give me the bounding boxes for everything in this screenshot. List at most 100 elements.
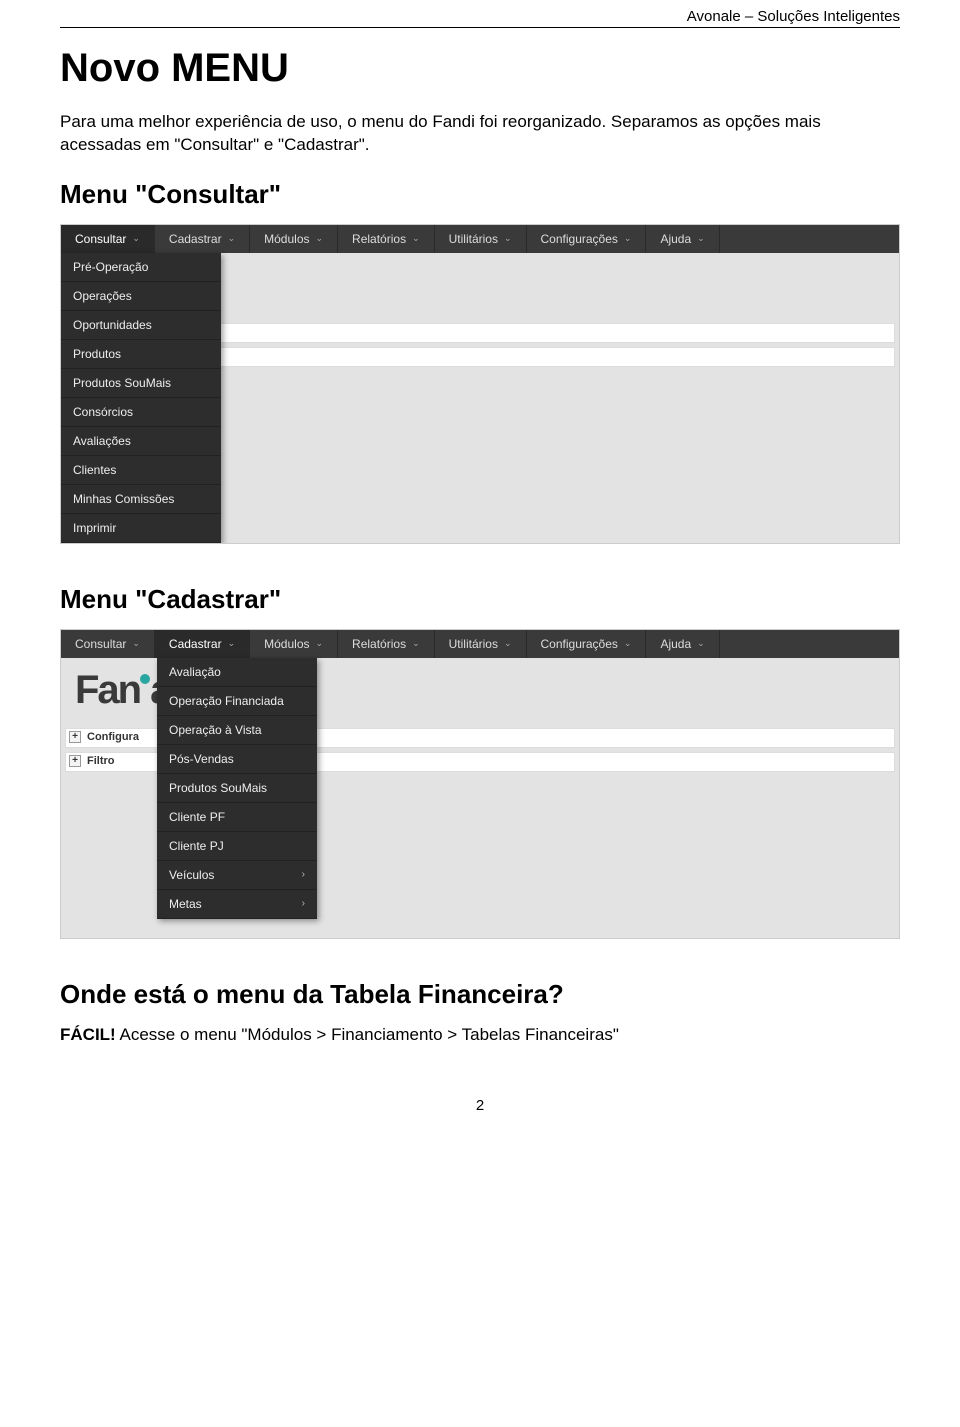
header-brand: Avonale – Soluções Inteligentes xyxy=(60,0,900,28)
dd-item-imprimir[interactable]: Imprimir xyxy=(61,514,221,543)
dd-label: Operações xyxy=(73,289,132,303)
sidebar-item-configuracoes[interactable]: + Configura xyxy=(69,731,139,743)
menubar: Consultar ⌄ Cadastrar ⌄ Módulos ⌄ Relató… xyxy=(61,630,899,658)
chevron-down-icon: ⌄ xyxy=(504,638,512,649)
menu-modulos[interactable]: Módulos ⌄ xyxy=(250,225,338,253)
dd-label: Imprimir xyxy=(73,521,116,535)
dd-item-pos-vendas[interactable]: Pós-Vendas xyxy=(157,745,317,774)
menu-label: Cadastrar xyxy=(169,232,222,246)
dd-label: Produtos SouMais xyxy=(169,781,267,795)
chevron-down-icon: ⌄ xyxy=(697,233,705,244)
chevron-down-icon: ⌄ xyxy=(132,233,140,244)
logo-text-part: Fan xyxy=(75,668,140,712)
dd-label: Produtos xyxy=(73,347,121,361)
dd-item-veiculos[interactable]: Veículos › xyxy=(157,861,317,890)
dd-item-operacao-a-vista[interactable]: Operação à Vista xyxy=(157,716,317,745)
menu-label: Ajuda xyxy=(660,637,691,651)
chevron-down-icon: ⌄ xyxy=(228,233,236,244)
dd-label: Metas xyxy=(169,897,202,911)
menu-consultar[interactable]: Consultar ⌄ xyxy=(61,225,155,253)
dd-label: Cliente PJ xyxy=(169,839,224,853)
menu-label: Consultar xyxy=(75,637,126,651)
dd-label: Veículos xyxy=(169,868,214,882)
answer-paragraph: FÁCIL! Acesse o menu "Módulos > Financia… xyxy=(60,1024,900,1047)
chevron-right-icon: › xyxy=(302,869,305,880)
menu-consultar[interactable]: Consultar ⌄ xyxy=(61,630,155,658)
menu-label: Ajuda xyxy=(660,232,691,246)
section-title-consultar: Menu "Consultar" xyxy=(60,179,900,210)
screenshot-cadastrar: Consultar ⌄ Cadastrar ⌄ Módulos ⌄ Relató… xyxy=(60,629,900,939)
menu-utilitarios[interactable]: Utilitários ⌄ xyxy=(435,225,527,253)
menu-cadastrar[interactable]: Cadastrar ⌄ xyxy=(155,630,250,658)
menu-label: Configurações xyxy=(541,232,618,246)
menu-ajuda[interactable]: Ajuda ⌄ xyxy=(646,630,719,658)
dd-item-metas[interactable]: Metas › xyxy=(157,890,317,919)
chevron-right-icon: › xyxy=(302,898,305,909)
plus-icon: + xyxy=(69,731,81,743)
dd-item-produtos-soumais[interactable]: Produtos SouMais xyxy=(157,774,317,803)
dd-item-clientes[interactable]: Clientes xyxy=(61,456,221,485)
dd-label: Avaliações xyxy=(73,434,131,448)
dropdown-cadastrar: Avaliação Operação Financiada Operação à… xyxy=(157,658,317,919)
chevron-down-icon: ⌄ xyxy=(697,638,705,649)
menu-configuracoes[interactable]: Configurações ⌄ xyxy=(527,630,647,658)
section-title-cadastrar: Menu "Cadastrar" xyxy=(60,584,900,615)
chevron-down-icon: ⌄ xyxy=(412,638,420,649)
menu-label: Consultar xyxy=(75,232,126,246)
sidebar-item-filtro[interactable]: + Filtro xyxy=(69,755,115,767)
dd-label: Avaliação xyxy=(169,665,221,679)
dd-label: Operação Financiada xyxy=(169,694,284,708)
menu-label: Utilitários xyxy=(449,232,498,246)
dd-label: Pós-Vendas xyxy=(169,752,234,766)
dd-item-cliente-pj[interactable]: Cliente PJ xyxy=(157,832,317,861)
dd-item-minhas-comissoes[interactable]: Minhas Comissões xyxy=(61,485,221,514)
dd-label: Minhas Comissões xyxy=(73,492,174,506)
dd-item-avaliacoes[interactable]: Avaliações xyxy=(61,427,221,456)
dd-label: Operação à Vista xyxy=(169,723,262,737)
menu-label: Módulos xyxy=(264,637,309,651)
dd-item-oportunidades[interactable]: Oportunidades xyxy=(61,311,221,340)
dd-item-produtos-soumais[interactable]: Produtos SouMais xyxy=(61,369,221,398)
menu-label: Utilitários xyxy=(449,637,498,651)
menu-utilitarios[interactable]: Utilitários ⌄ xyxy=(435,630,527,658)
menu-label: Relatórios xyxy=(352,637,406,651)
dd-label: Pré-Operação xyxy=(73,260,148,274)
menu-label: Relatórios xyxy=(352,232,406,246)
dd-item-produtos[interactable]: Produtos xyxy=(61,340,221,369)
answer-rest: Acesse o menu "Módulos > Financiamento >… xyxy=(116,1025,619,1044)
menu-relatorios[interactable]: Relatórios ⌄ xyxy=(338,630,435,658)
menu-configuracoes[interactable]: Configurações ⌄ xyxy=(527,225,647,253)
dd-label: Consórcios xyxy=(73,405,133,419)
page-number: 2 xyxy=(60,1097,900,1114)
answer-prefix: FÁCIL! xyxy=(60,1025,116,1044)
menu-ajuda[interactable]: Ajuda ⌄ xyxy=(646,225,719,253)
chevron-down-icon: ⌄ xyxy=(132,638,140,649)
logo-dot-icon xyxy=(140,674,150,684)
screenshot-consultar: Consultar ⌄ Cadastrar ⌄ Módulos ⌄ Relató… xyxy=(60,224,900,544)
chevron-down-icon: ⌄ xyxy=(316,638,324,649)
dd-item-operacoes[interactable]: Operações xyxy=(61,282,221,311)
menu-relatorios[interactable]: Relatórios ⌄ xyxy=(338,225,435,253)
chevron-down-icon: ⌄ xyxy=(504,233,512,244)
menu-label: Configurações xyxy=(541,637,618,651)
sidebar-label-partial: Filtro xyxy=(87,755,115,767)
menu-label: Módulos xyxy=(264,232,309,246)
chevron-down-icon: ⌄ xyxy=(316,233,324,244)
dd-label: Produtos SouMais xyxy=(73,376,171,390)
menu-label: Cadastrar xyxy=(169,637,222,651)
chevron-down-icon: ⌄ xyxy=(624,638,632,649)
dd-item-cliente-pf[interactable]: Cliente PF xyxy=(157,803,317,832)
chevron-down-icon: ⌄ xyxy=(412,233,420,244)
dd-item-consorcios[interactable]: Consórcios xyxy=(61,398,221,427)
chevron-down-icon: ⌄ xyxy=(228,638,236,649)
sidebar-label-partial: Configura xyxy=(87,731,139,743)
dd-item-pre-operacao[interactable]: Pré-Operação xyxy=(61,253,221,282)
menu-cadastrar[interactable]: Cadastrar ⌄ xyxy=(155,225,250,253)
chevron-down-icon: ⌄ xyxy=(624,233,632,244)
dd-item-avaliacao[interactable]: Avaliação xyxy=(157,658,317,687)
menu-modulos[interactable]: Módulos ⌄ xyxy=(250,630,338,658)
question-title: Onde está o menu da Tabela Financeira? xyxy=(60,979,900,1010)
dd-item-operacao-financiada[interactable]: Operação Financiada xyxy=(157,687,317,716)
dd-label: Clientes xyxy=(73,463,116,477)
dropdown-consultar: Pré-Operação Operações Oportunidades Pro… xyxy=(61,253,221,543)
